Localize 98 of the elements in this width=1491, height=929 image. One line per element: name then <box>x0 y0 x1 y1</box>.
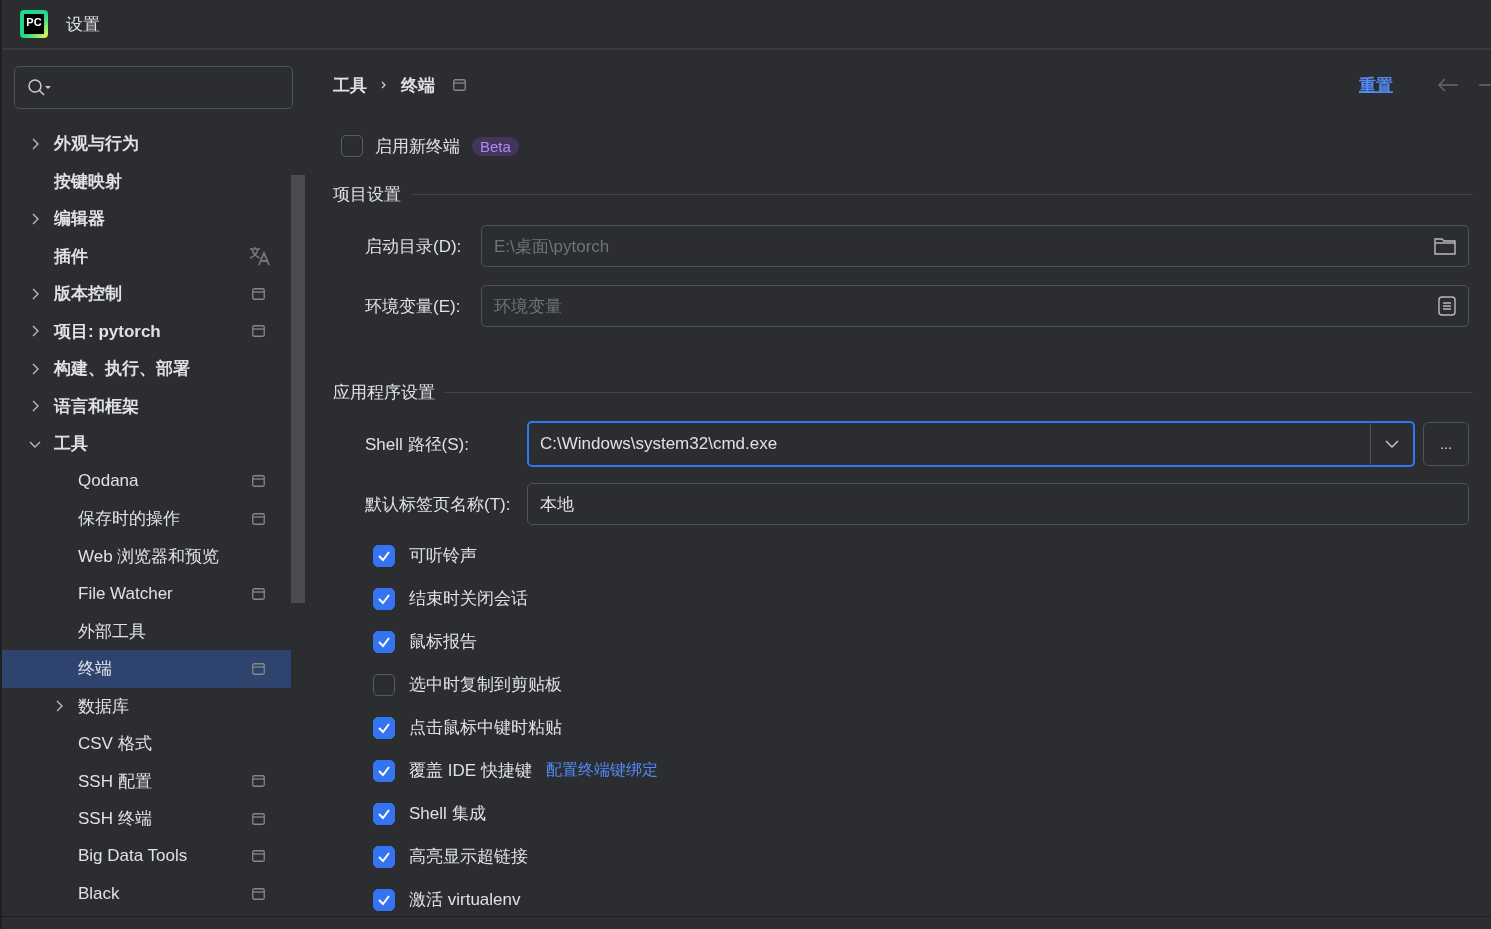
checkbox[interactable] <box>373 587 395 610</box>
item-label: 外部工具 <box>78 620 147 643</box>
breadcrumb-item[interactable]: 终端 <box>401 73 435 97</box>
sidebar-item[interactable]: SSH 终端 <box>2 800 291 838</box>
checkbox[interactable] <box>373 888 395 911</box>
item-label: 按键映射 <box>54 170 123 193</box>
input-field[interactable]: 本地 <box>527 483 1469 525</box>
section-title: 项目设置 <box>333 183 401 206</box>
breadcrumb-item[interactable]: 工具 <box>333 73 367 97</box>
item-label: 数据库 <box>78 695 130 718</box>
window-icon <box>252 512 265 525</box>
checkbox[interactable] <box>341 135 363 157</box>
sidebar-item[interactable]: 外观与行为 <box>2 125 291 163</box>
sidebar-item[interactable]: Black <box>2 875 291 913</box>
item-label: CSV 格式 <box>78 733 153 756</box>
sidebar-item[interactable]: 终端 <box>2 650 291 688</box>
checkbox-label: 选中时复制到剪贴板 <box>409 674 562 696</box>
document-icon[interactable] <box>1438 296 1456 316</box>
back-arrow-icon[interactable] <box>1437 78 1459 92</box>
field-label: 启动目录(D): <box>365 235 463 258</box>
sidebar-item[interactable]: 项目: pytorch <box>2 312 291 350</box>
browse-button[interactable]: ... <box>1423 422 1469 466</box>
sidebar-item[interactable]: 语言和框架 <box>2 387 291 425</box>
sidebar-item[interactable]: SSH 配置 <box>2 762 291 800</box>
window-icon <box>252 812 265 825</box>
caret-icon <box>1385 440 1399 448</box>
sidebar-item[interactable]: 数据库 <box>2 687 291 725</box>
sidebar-item[interactable]: 构建、执行、部署 <box>2 350 291 388</box>
checkbox[interactable] <box>373 630 395 653</box>
checkbox[interactable] <box>373 759 395 782</box>
sidebar-item[interactable]: 按键映射 <box>2 162 291 200</box>
section-title: 应用程序设置 <box>333 381 435 404</box>
sidebar-item[interactable]: Qodana <box>2 462 291 500</box>
item-label: 项目: pytorch <box>54 320 162 343</box>
checkbox[interactable] <box>373 544 395 567</box>
sidebar-item[interactable]: 插件 <box>2 237 291 275</box>
sidebar-item[interactable]: File Watcher <box>2 575 291 613</box>
window-icon <box>252 887 265 900</box>
sidebar-item[interactable]: Big Data Tools <box>2 837 291 875</box>
window-title: 设置 <box>66 13 100 36</box>
sidebar-item[interactable]: 编辑器 <box>2 200 291 238</box>
sidebar-item[interactable]: 版本控制 <box>2 275 291 313</box>
item-label: Black <box>78 883 121 904</box>
window-icon <box>252 850 265 863</box>
checkbox-label: 高亮显示超链接 <box>409 846 528 868</box>
window-icon <box>252 662 265 675</box>
checkbox-label: Shell 集成 <box>409 803 486 825</box>
item-label: SSH 终端 <box>78 808 153 831</box>
item-label: Big Data Tools <box>78 846 189 867</box>
field-label: 环境变量(E): <box>365 295 462 318</box>
sidebar-item[interactable]: 工具 <box>2 425 291 463</box>
checkbox-label: 覆盖 IDE 快捷键 <box>409 760 532 782</box>
reset-link[interactable]: 重置 <box>1359 73 1393 97</box>
item-label: Web 浏览器和预览 <box>78 545 221 568</box>
sidebar-item[interactable]: 外部工具 <box>2 612 291 650</box>
item-label: 构建、执行、部署 <box>54 358 191 381</box>
item-label: File Watcher <box>78 583 174 604</box>
item-label: 工具 <box>54 433 89 456</box>
checkbox-label: 点击鼠标中键时粘贴 <box>409 717 562 739</box>
shell-path-dropdown[interactable]: C:\Windows\system32\cmd.exe <box>527 421 1415 467</box>
checkbox[interactable] <box>373 802 395 825</box>
checkbox[interactable] <box>373 716 395 739</box>
window-icon <box>252 587 265 600</box>
folder-icon[interactable] <box>1434 237 1456 255</box>
app-logo: PC <box>20 10 48 38</box>
item-label: 版本控制 <box>54 283 123 306</box>
item-label: 保存时的操作 <box>78 508 181 531</box>
checkbox-label: 激活 virtualenv <box>409 889 521 911</box>
checkbox-label: 鼠标报告 <box>409 631 477 653</box>
scrollbar[interactable] <box>291 175 305 603</box>
search-icon <box>27 77 53 98</box>
checkbox-label: 可听铃声 <box>409 545 477 567</box>
item-label: 语言和框架 <box>54 395 140 418</box>
search-field[interactable] <box>14 66 293 109</box>
sidebar-item[interactable]: CSV 格式 <box>2 725 291 763</box>
window-icon <box>252 325 265 338</box>
sidebar-item[interactable]: 保存时的操作 <box>2 500 291 538</box>
item-label: 终端 <box>78 658 113 681</box>
item-label: 编辑器 <box>54 208 106 231</box>
window-icon <box>252 775 265 788</box>
item-label: SSH 配置 <box>78 770 153 793</box>
window-icon <box>252 475 265 488</box>
item-label: Qodana <box>78 471 140 492</box>
sidebar-item[interactable]: Web 浏览器和预览 <box>2 537 291 575</box>
field-label: 默认标签页名称(T): <box>365 493 512 516</box>
checkbox-label: 结束时关闭会话 <box>409 588 528 610</box>
beta-badge: Beta <box>472 136 519 156</box>
item-label: 外观与行为 <box>54 133 140 156</box>
field-label: Shell 路径(S): <box>365 433 470 456</box>
translate-icon <box>249 246 271 267</box>
chevron-icon <box>381 80 387 90</box>
window-icon <box>453 79 466 91</box>
window-icon <box>252 287 265 300</box>
configure-link[interactable]: 配置终端键绑定 <box>545 760 658 781</box>
item-label: 插件 <box>54 245 89 268</box>
checkbox[interactable] <box>373 845 395 868</box>
checkbox[interactable] <box>373 673 395 696</box>
checkbox-label: 启用新终端 <box>375 135 460 158</box>
